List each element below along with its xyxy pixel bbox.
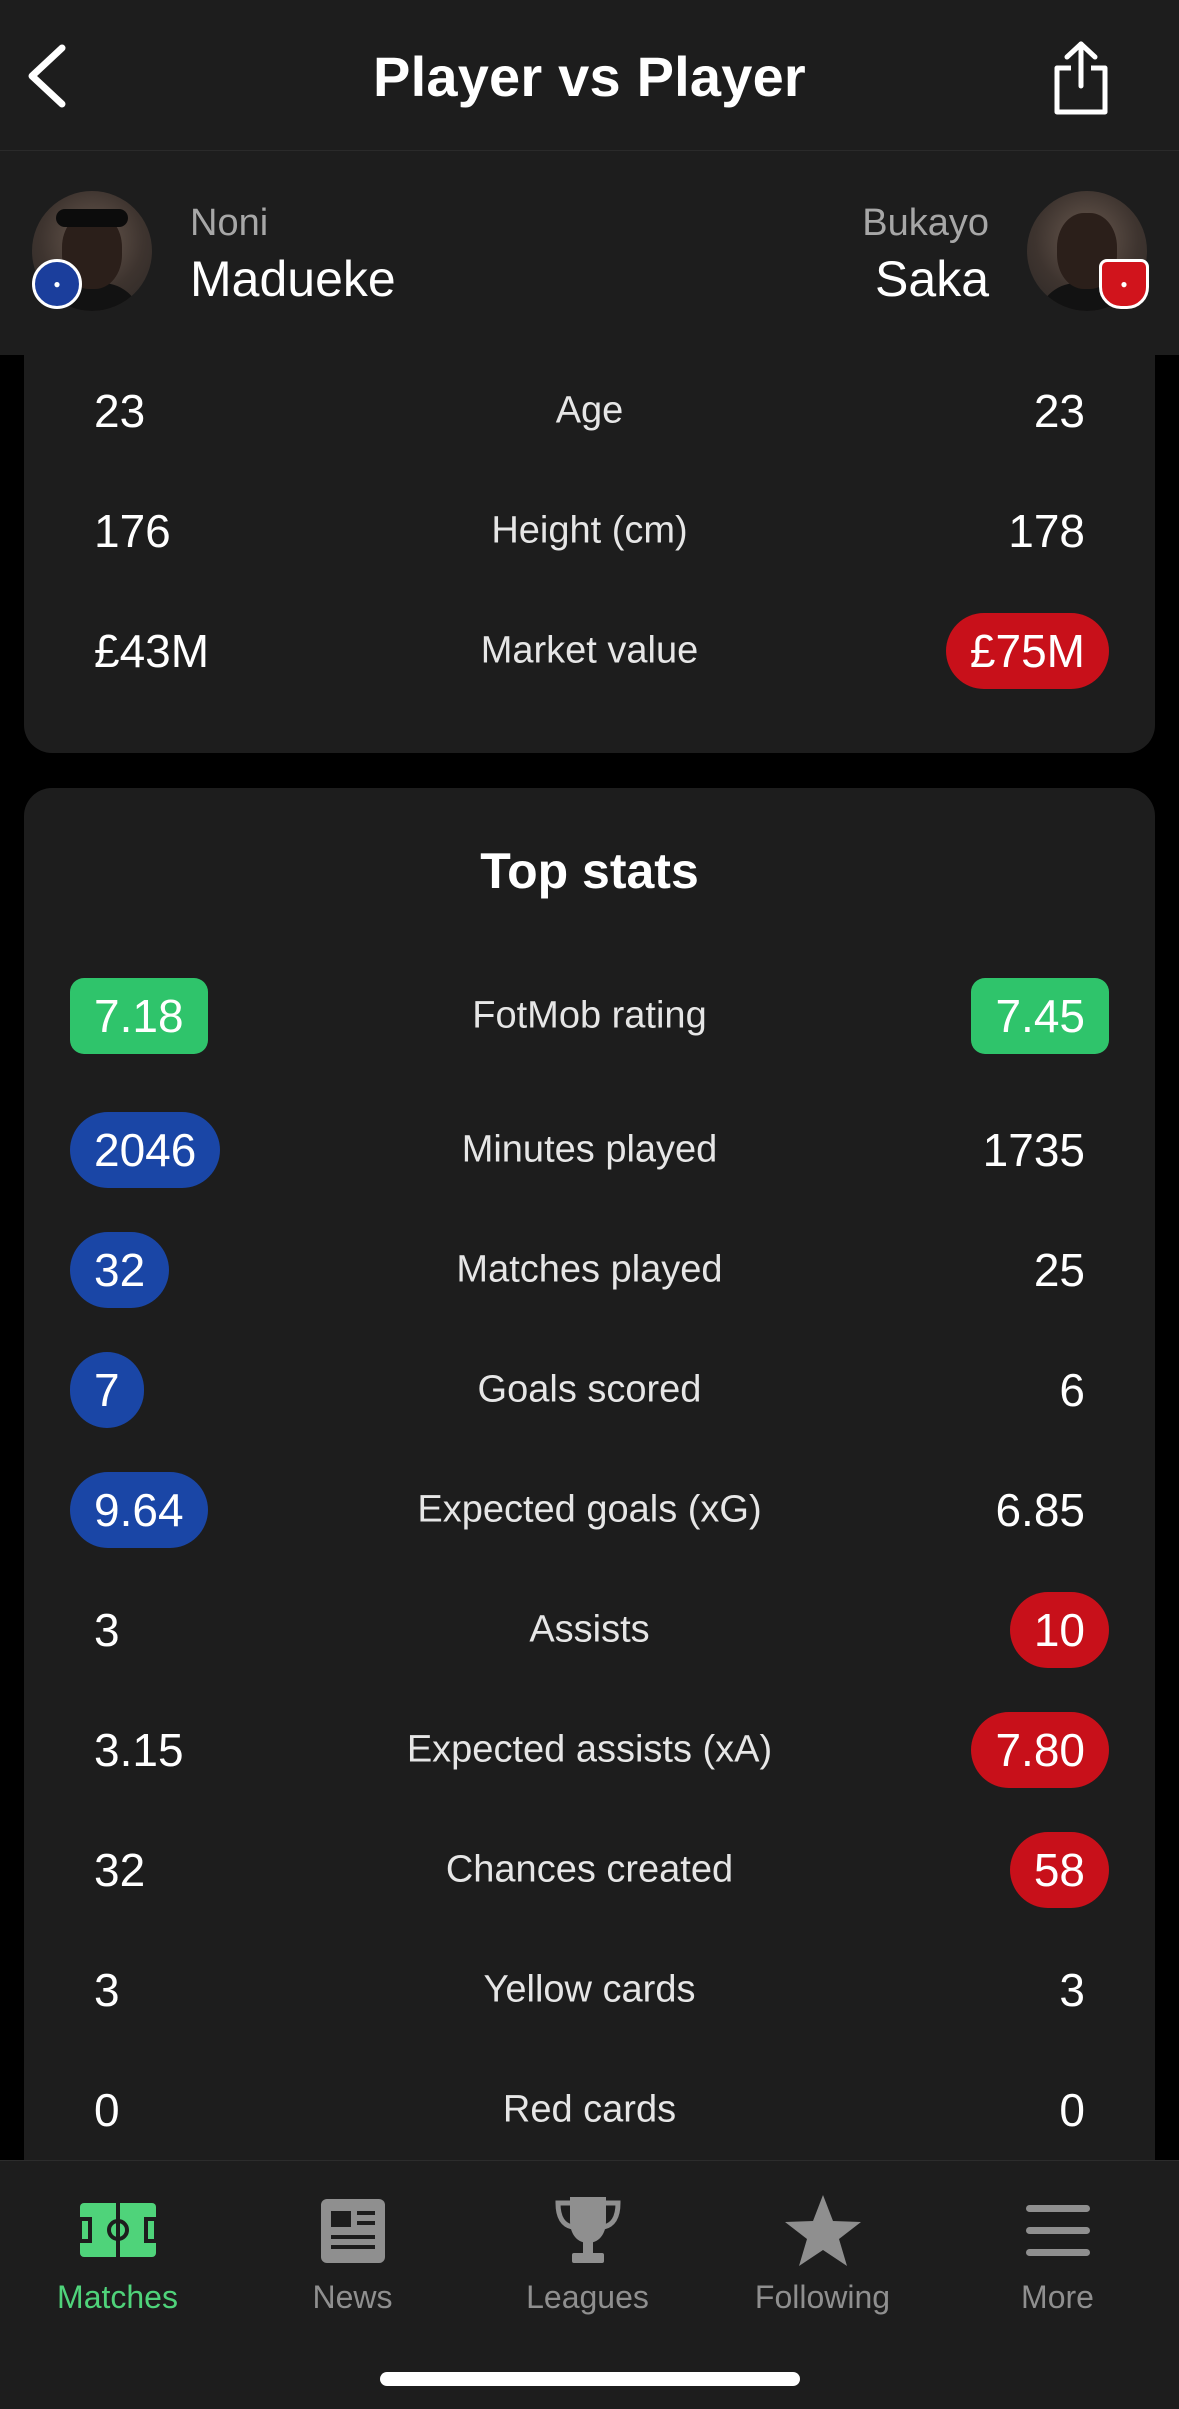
- player-header: ● Noni Madueke Bukayo Saka ●: [0, 150, 1179, 355]
- stat-label: Matches played: [456, 1248, 723, 1291]
- right-player-name[interactable]: Bukayo Saka: [862, 202, 989, 309]
- star-icon: [784, 2195, 861, 2266]
- stat-row-fotmob-rating: 7.18 FotMob rating 7.45: [24, 976, 1155, 1056]
- stat-row-minutes-played: 2046 Minutes played 1735: [24, 1110, 1155, 1190]
- right-value: 6: [1059, 1364, 1085, 1416]
- tab-leagues[interactable]: Leagues: [470, 2191, 705, 2316]
- left-player-last-name: Madueke: [190, 250, 396, 307]
- right-player-first-name: Bukayo: [862, 202, 989, 244]
- tab-more[interactable]: More: [940, 2191, 1175, 2316]
- stat-label: Age: [555, 389, 624, 432]
- right-rating-badge: 7.45: [971, 978, 1109, 1054]
- stat-row-expected-goals: 9.64 Expected goals (xG) 6.85: [24, 1470, 1155, 1550]
- right-value-highlight: £75M: [945, 613, 1109, 689]
- tab-following[interactable]: Following: [705, 2191, 940, 2316]
- stat-label: Yellow cards: [483, 1968, 696, 2011]
- stat-row-height: 176 Height (cm) 178: [24, 491, 1155, 571]
- tab-news[interactable]: News: [235, 2191, 470, 2316]
- tab-label: More: [1021, 2279, 1094, 2315]
- top-stats-card: Top stats 7.18 FotMob rating 7.45 2046 M…: [24, 788, 1155, 2188]
- stat-row-expected-assists: 3.15 Expected assists (xA) 7.80: [24, 1710, 1155, 1790]
- stat-row-chances-created: 32 Chances created 58: [24, 1830, 1155, 1910]
- left-player-name[interactable]: Noni Madueke: [190, 202, 396, 309]
- right-value-highlight: 7.80: [971, 1712, 1109, 1788]
- bio-card: 23 Age 23 176 Height (cm) 178 £43M Marke…: [24, 335, 1155, 753]
- chelsea-badge-icon: ●: [32, 259, 82, 309]
- avatar-headband: [56, 209, 128, 227]
- right-value: 3: [1059, 1964, 1085, 2016]
- tab-label: News: [312, 2279, 393, 2315]
- tab-matches[interactable]: Matches: [0, 2191, 235, 2316]
- stat-row-yellow-cards: 3 Yellow cards 3: [24, 1950, 1155, 2030]
- right-value: 23: [1033, 385, 1085, 437]
- stat-row-goals-scored: 7 Goals scored 6: [24, 1350, 1155, 1430]
- share-icon: [1054, 41, 1108, 115]
- stat-row-age: 23 Age 23: [24, 371, 1155, 451]
- pitch-icon: [77, 2203, 158, 2257]
- top-bar: Player vs Player: [0, 0, 1179, 150]
- right-value: 25: [1033, 1244, 1085, 1296]
- stat-row-assists: 3 Assists 10: [24, 1590, 1155, 1670]
- right-value-highlight: 58: [1009, 1832, 1109, 1908]
- section-title: Top stats: [480, 843, 699, 899]
- tab-label: Leagues: [526, 2279, 649, 2315]
- right-player-last-name: Saka: [875, 250, 989, 307]
- stat-row-red-cards: 0 Red cards 0: [24, 2070, 1155, 2150]
- menu-icon: [1025, 2205, 1090, 2256]
- right-value: 1735: [982, 1124, 1085, 1176]
- tab-label: Matches: [57, 2279, 178, 2315]
- left-player-first-name: Noni: [190, 202, 269, 244]
- home-indicator[interactable]: [380, 2372, 800, 2386]
- newspaper-icon: [320, 2199, 385, 2263]
- share-button[interactable]: [1051, 40, 1111, 116]
- stat-label: Goals scored: [477, 1368, 702, 1411]
- right-value-highlight: 10: [1009, 1592, 1109, 1668]
- right-value: 0: [1059, 2084, 1085, 2136]
- trophy-icon: [554, 2197, 621, 2263]
- stat-row-market-value: £43M Market value £75M: [24, 611, 1155, 691]
- tab-label: Following: [754, 2279, 891, 2315]
- stat-label: Red cards: [502, 2088, 677, 2131]
- page-title: Player vs Player: [373, 45, 806, 108]
- right-value: 6.85: [995, 1484, 1085, 1536]
- stat-label: Assists: [529, 1608, 650, 1651]
- right-value: 178: [1008, 505, 1085, 557]
- stat-row-matches-played: 32 Matches played 25: [24, 1230, 1155, 1310]
- stat-label: Chances created: [445, 1848, 734, 1891]
- arsenal-badge-icon: ●: [1099, 259, 1149, 309]
- screen: Player vs Player ● Noni Madueke Bukayo S…: [0, 0, 1179, 2409]
